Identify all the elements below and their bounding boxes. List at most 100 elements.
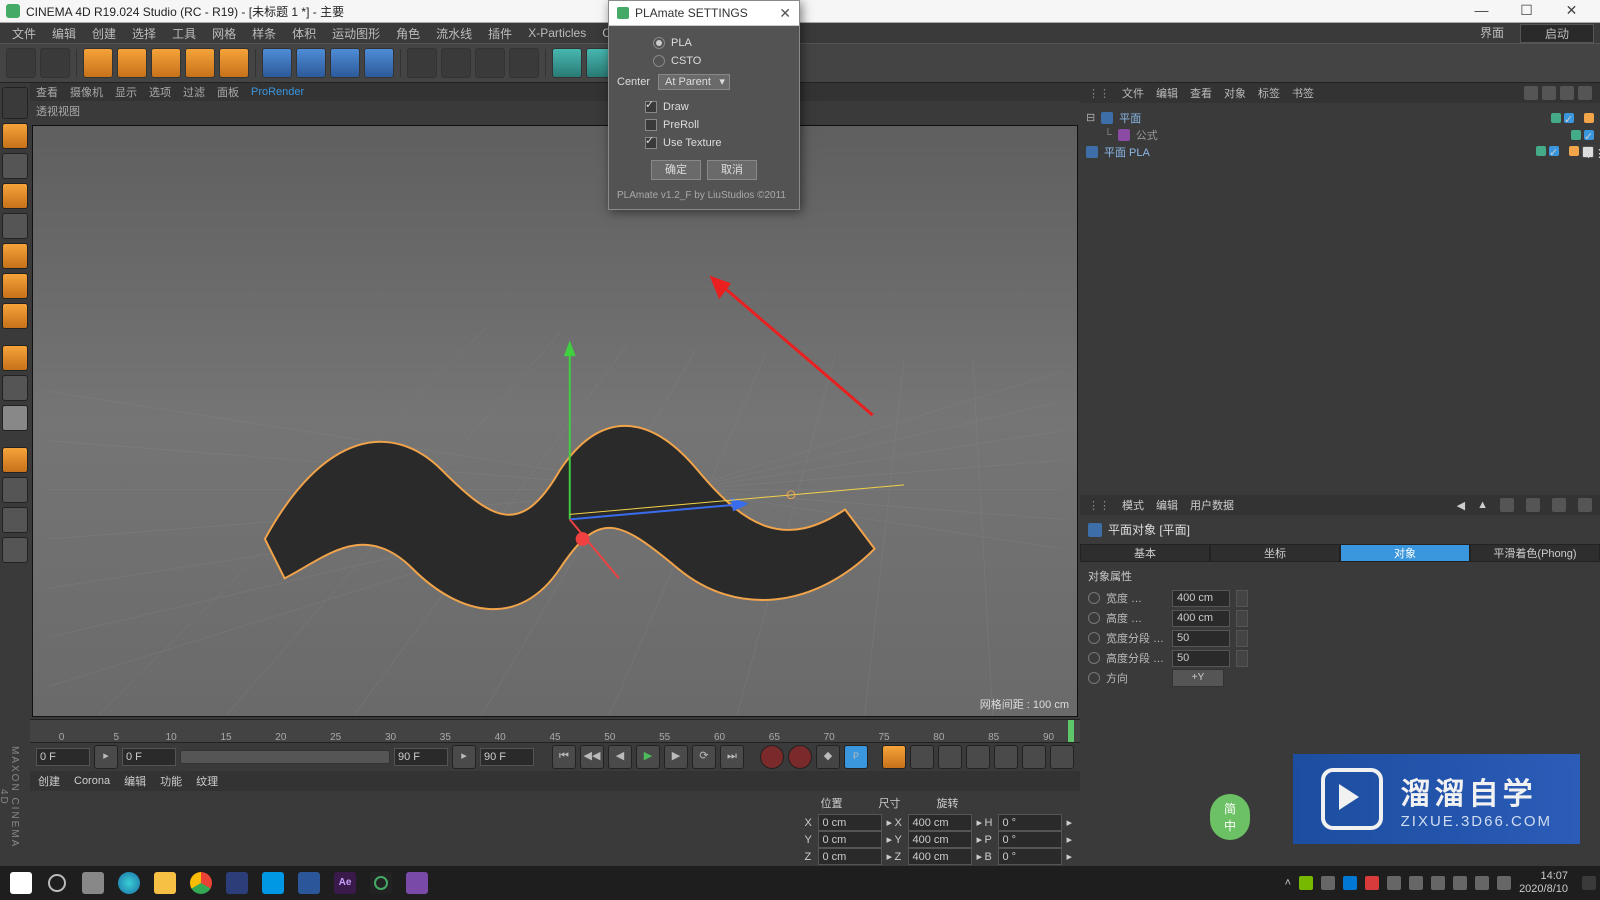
goto-end-button[interactable]: ⏭ [720,745,744,769]
dialog-ok-button[interactable]: 确定 [651,160,701,180]
om-tab-tags[interactable]: 标签 [1258,85,1280,101]
start-button[interactable] [4,869,38,897]
om-tab-view[interactable]: 查看 [1190,85,1212,101]
menu-mesh[interactable]: 网格 [206,25,242,42]
tray-onedrive-icon[interactable] [1343,876,1357,890]
frame-end-spin[interactable]: ▸ [452,745,476,769]
menu-edit[interactable]: 编辑 [46,25,82,42]
tray-misc3-icon[interactable] [1497,876,1511,890]
attr-spin-1[interactable] [1236,610,1248,627]
tray-ime-icon[interactable] [1475,876,1489,890]
menu-create[interactable]: 创建 [86,25,122,42]
autokey-button[interactable] [788,745,812,769]
attr-input-0[interactable] [1172,590,1230,607]
attr-spin-3[interactable] [1236,650,1248,667]
redo-button[interactable] [40,48,70,78]
frame-start-input[interactable] [36,748,90,766]
taskview-button[interactable] [76,869,110,897]
app-yuque[interactable] [220,869,254,897]
menu-file[interactable]: 文件 [6,25,42,42]
axis-z-button[interactable] [330,48,360,78]
vp-menu-view[interactable]: 查看 [36,84,58,100]
attr-tab-mode[interactable]: 模式 [1122,497,1144,513]
check-draw[interactable] [645,101,657,113]
attr-spin-0[interactable] [1236,590,1248,607]
key-pos-button[interactable] [882,745,906,769]
axis-tool-button[interactable] [2,345,28,371]
viewport-solo-button[interactable] [2,477,28,503]
key-pla-button[interactable] [994,745,1018,769]
axis-x-button[interactable] [262,48,292,78]
axis-y-button[interactable] [296,48,326,78]
attr-dir-radio[interactable] [1088,672,1100,684]
om-view-icon[interactable] [1560,86,1574,100]
vp-menu-prorender[interactable]: ProRender [251,86,304,98]
attr-opt2-icon[interactable] [1526,498,1540,512]
size-X[interactable] [908,814,972,831]
minimize-button[interactable]: — [1459,0,1504,22]
pos-Y[interactable] [818,831,882,848]
attr-opt3-icon[interactable] [1552,498,1566,512]
tree-row-plane[interactable]: ⊟ 平面 ✓ [1086,109,1594,126]
render-view-button[interactable] [407,48,437,78]
tray-misc1-icon[interactable] [1431,876,1445,890]
menu-character[interactable]: 角色 [390,25,426,42]
om-filter-icon[interactable] [1542,86,1556,100]
attr-radio-0[interactable] [1088,592,1100,604]
select-tool[interactable] [83,48,113,78]
tray-vol-icon[interactable] [1409,876,1423,890]
prev-key-button[interactable]: ◀◀ [580,745,604,769]
menu-volume[interactable]: 体积 [286,25,322,42]
workplane-button[interactable] [2,183,28,209]
rotate-tool[interactable] [185,48,215,78]
center-dropdown[interactable]: At Parent [658,74,730,90]
tray-red-icon[interactable] [1365,876,1379,890]
radio-pla[interactable] [653,37,665,49]
polygon-mode-button[interactable] [2,303,28,329]
render-settings-button[interactable] [509,48,539,78]
edge-mode-button[interactable] [2,273,28,299]
frame-cur-input[interactable] [122,748,176,766]
attr-input-2[interactable] [1172,630,1230,647]
om-search-icon[interactable] [1524,86,1538,100]
app-browser[interactable] [112,869,146,897]
mat-tab-create[interactable]: 创建 [38,773,60,789]
vp-menu-display[interactable]: 显示 [115,84,137,100]
vp-menu-panel[interactable]: 面板 [217,84,239,100]
attr-tab-basic[interactable]: 基本 [1080,544,1210,562]
key-param-button[interactable] [966,745,990,769]
tray-nvidia-icon[interactable] [1299,876,1313,890]
key-scale-button[interactable] [910,745,934,769]
attr-tab-phong[interactable]: 平滑着色(Phong) [1470,544,1600,562]
tray-notification-icon[interactable] [1582,876,1596,890]
move-tool[interactable] [117,48,147,78]
attr-radio-2[interactable] [1088,632,1100,644]
om-tab-file[interactable]: 文件 [1122,85,1144,101]
coord-system-button[interactable] [364,48,394,78]
soft-selection-button[interactable] [2,405,28,431]
record-button[interactable] [760,745,784,769]
ime-badge[interactable]: 简 中 [1210,794,1250,840]
tree-row-formula[interactable]: └ 公式 ✓ [1086,126,1594,143]
app-todesk[interactable] [256,869,290,897]
menu-pipeline[interactable]: 流水线 [430,25,478,42]
attr-radio-3[interactable] [1088,652,1100,664]
radio-csto[interactable] [653,55,665,67]
menu-xparticles[interactable]: X-Particles [522,26,592,40]
close-button[interactable]: ✕ [1549,0,1594,22]
check-usetexture[interactable] [645,137,657,149]
goto-start-button[interactable]: ⏮ [552,745,576,769]
keyframe-button[interactable]: ◆ [816,745,840,769]
tray-misc2-icon[interactable] [1453,876,1467,890]
object-tree[interactable]: ⊟ 平面 ✓ └ 公式 ✓ 平面 PLA ✓⋮⋮ [1080,103,1600,495]
tree-row-plane-pla[interactable]: 平面 PLA ✓⋮⋮ [1086,143,1594,160]
search-button[interactable] [40,869,74,897]
primitive-button[interactable] [552,48,582,78]
attr-nav-back-icon[interactable]: ◀ [1457,499,1465,512]
vp-menu-camera[interactable]: 摄像机 [70,84,103,100]
attr-tab-object[interactable]: 对象 [1340,544,1470,562]
render-picture-button[interactable] [475,48,505,78]
om-tab-object[interactable]: 对象 [1224,85,1246,101]
app-plugin[interactable] [400,869,434,897]
editable-icon[interactable] [2,87,28,119]
